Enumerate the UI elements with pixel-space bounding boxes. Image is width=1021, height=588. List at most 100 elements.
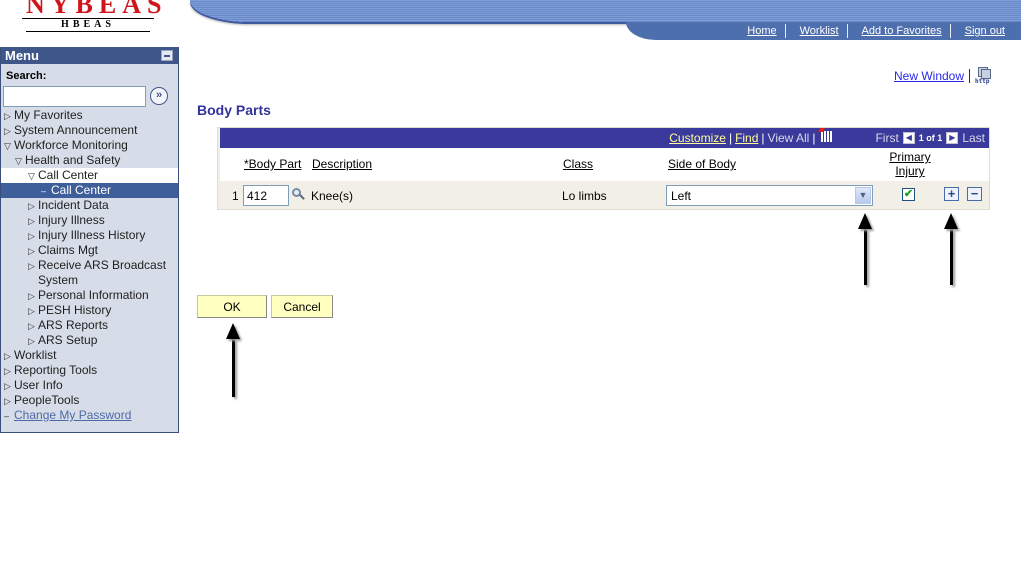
row-number: 1 (232, 189, 239, 203)
toolbar-separator: | (761, 131, 765, 145)
search-lookup-icon[interactable] (292, 188, 305, 200)
arrow-head (226, 323, 240, 339)
sidebar-item-ars-reports[interactable]: ▷ ARS Reports (1, 318, 178, 333)
nav-sign-out-link[interactable]: Sign out (951, 22, 1013, 40)
triangle-right-icon: ▷ (4, 396, 11, 406)
sidebar-menu: Menu Search: » ▷ My Favorites ▷ System Anno… (0, 47, 179, 433)
add-row-button[interactable]: + (944, 187, 959, 201)
primary-injury-line1: Primary (889, 150, 931, 164)
triangle-right-icon: ▷ (4, 126, 11, 136)
arrow-shaft (864, 229, 867, 285)
sidebar-item-reporting-tools[interactable]: ▷ Reporting Tools (1, 363, 178, 378)
side-of-body-select[interactable]: Left ▼ (666, 185, 873, 206)
sidebar-item-personal-information[interactable]: ▷ Personal Information (1, 288, 178, 303)
sidebar-item-health-and-safety[interactable]: ▽ Health and Safety (1, 153, 178, 168)
divider (969, 69, 971, 83)
previous-row-icon[interactable]: ◀ (902, 132, 915, 144)
new-window-link[interactable]: New Window (894, 69, 964, 83)
header-nav: Home Worklist Add to Favorites Sign out (626, 22, 1021, 40)
column-header-body-part[interactable]: *Body Part (244, 157, 301, 171)
sidebar-item-injury-illness-history[interactable]: ▷ Injury Illness History (1, 228, 178, 243)
sidebar-item-my-favorites[interactable]: ▷ My Favorites (1, 108, 178, 123)
sidebar-item-call-center[interactable]: ▽ Call Center (1, 168, 178, 183)
column-header-primary-injury[interactable]: Primary Injury (884, 150, 936, 178)
sidebar-item-system-announcement[interactable]: ▷ System Announcement (1, 123, 178, 138)
menu-header: Menu (1, 47, 178, 64)
sidebar-item-label: Injury Illness History (38, 228, 146, 242)
nav-add-to-favorites-link[interactable]: Add to Favorites (848, 22, 950, 40)
triangle-right-icon: ▷ (28, 246, 35, 256)
first-link[interactable]: First (875, 131, 898, 145)
collapse-menu-icon[interactable] (161, 50, 173, 61)
nybeas-logo: NYBEAS HBEAS (22, 0, 161, 32)
triangle-right-icon: ▷ (4, 111, 11, 121)
sidebar-item-pesh-history[interactable]: ▷ PESH History (1, 303, 178, 318)
search-row: » (1, 84, 178, 108)
primary-injury-checkbox[interactable]: ✔ (902, 188, 915, 201)
sidebar-item-call-center[interactable]: – Call Center (1, 183, 178, 198)
sidebar-item-worklist[interactable]: ▷ Worklist (1, 348, 178, 363)
triangle-right-icon: ▷ (28, 216, 35, 226)
sidebar-item-label: Injury Illness (38, 213, 105, 227)
toolbar-separator: | (728, 131, 733, 145)
next-row-icon[interactable]: ▶ (946, 132, 959, 144)
ok-button[interactable]: OK (197, 295, 267, 318)
sidebar-item-receive-ars-broadcast-system[interactable]: ▷ Receive ARS Broadcast System (1, 258, 178, 288)
new-window-area: New Window http (894, 67, 993, 85)
sidebar-item-label: My Favorites (14, 108, 83, 122)
sidebar-item-workforce-monitoring[interactable]: ▽ Workforce Monitoring (1, 138, 178, 153)
http-label: http (975, 78, 990, 85)
annotation-arrow-icon (943, 213, 959, 285)
delete-row-button[interactable]: − (967, 187, 982, 201)
menu-search-input[interactable] (3, 85, 146, 107)
sidebar-item-label: ARS Setup (38, 333, 98, 347)
sidebar-item-claims-mgt[interactable]: ▷ Claims Mgt (1, 243, 178, 258)
menu-title: Menu (5, 48, 39, 63)
arrow-shaft (950, 229, 953, 285)
side-of-body-value: Left (671, 189, 692, 203)
toolbar-separator: | (812, 131, 816, 145)
cancel-button[interactable]: Cancel (271, 295, 333, 318)
row-count: 1 of 1 (918, 133, 943, 143)
menu-tree: ▷ My Favorites ▷ System Announcement ▽ Workfo… (1, 108, 178, 423)
sidebar-item-incident-data[interactable]: ▷ Incident Data (1, 198, 178, 213)
triangle-right-icon: ▷ (28, 321, 35, 331)
sidebar-item-peopletools[interactable]: ▷ PeopleTools (1, 393, 178, 408)
sidebar-item-label: User Info (14, 378, 63, 392)
search-label: Search: (6, 70, 47, 82)
sidebar-item-user-info[interactable]: ▷ User Info (1, 378, 178, 393)
nav-home-link[interactable]: Home (733, 22, 784, 40)
class-value: Lo limbs (562, 189, 607, 203)
double-chevron-right-icon[interactable]: » (150, 87, 168, 105)
sidebar-item-label: Claims Mgt (38, 243, 99, 257)
sidebar-item-label: Call Center (51, 183, 112, 197)
triangle-right-icon: ▷ (4, 351, 11, 361)
header-banner (190, 0, 1021, 22)
chevron-down-icon[interactable]: ▼ (855, 187, 871, 204)
column-header-description[interactable]: Description (312, 157, 372, 171)
triangle-right-icon: ▷ (28, 306, 35, 316)
http-page-icon[interactable]: http (975, 67, 993, 85)
customize-link[interactable]: Customize (669, 131, 726, 145)
primary-injury-line2: Injury (895, 164, 925, 178)
sidebar-item-label: Incident Data (38, 198, 109, 212)
logo-subtitle: HBEAS (26, 19, 150, 32)
grid-header: *Body Part Description Class Side of Bod… (220, 148, 989, 181)
sidebar-item-injury-illness[interactable]: ▷ Injury Illness (1, 213, 178, 228)
view-all-link[interactable]: View All (768, 131, 810, 145)
sidebar-item-ars-setup[interactable]: ▷ ARS Setup (1, 333, 178, 348)
triangle-right-icon: ▷ (28, 291, 35, 301)
find-link[interactable]: Find (735, 131, 758, 145)
download-to-excel-icon[interactable] (821, 131, 834, 142)
last-link[interactable]: Last (962, 131, 985, 145)
column-header-side-of-body[interactable]: Side of Body (668, 157, 736, 171)
description-value: Knee(s) (311, 189, 354, 203)
column-header-class[interactable]: Class (563, 157, 593, 171)
arrow-head (858, 213, 872, 229)
nav-worklist-link[interactable]: Worklist (786, 22, 847, 40)
body-part-input[interactable] (243, 185, 289, 206)
sidebar-item-label: Personal Information (38, 288, 149, 302)
sidebar-item-change-my-password[interactable]: – Change My Password (1, 408, 178, 423)
triangle-right-icon: ▷ (28, 261, 35, 271)
logo-title: NYBEAS (22, 0, 161, 19)
